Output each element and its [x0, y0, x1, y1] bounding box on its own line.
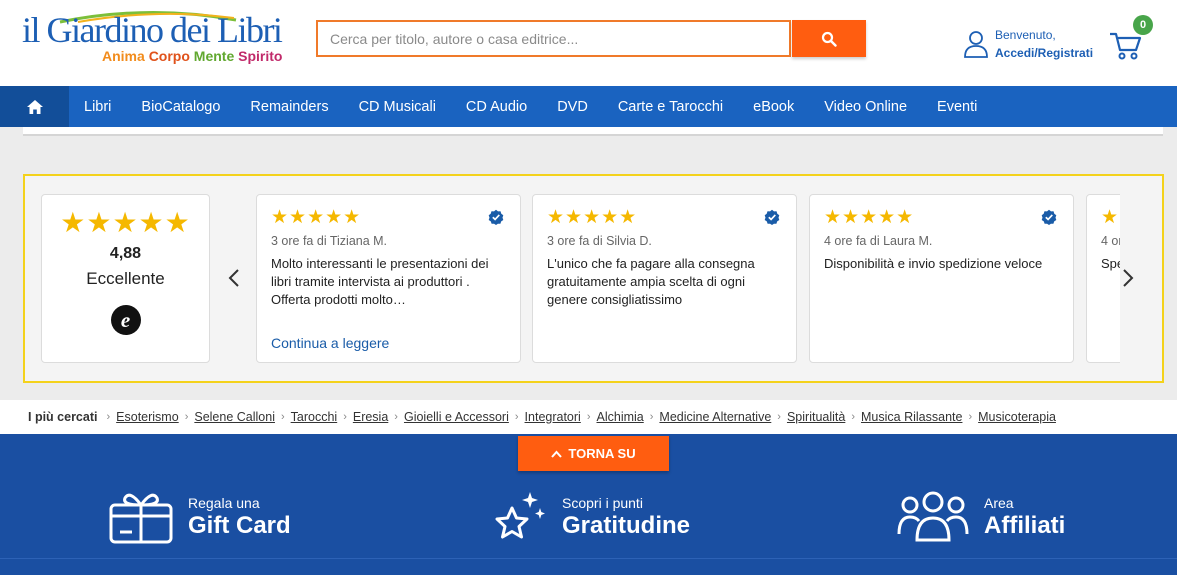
- review-text: L'unico che fa pagare alla consegna grat…: [547, 256, 755, 307]
- review-meta: 3 ore fa di Tiziana M.: [271, 234, 388, 248]
- nav-item-dvd[interactable]: DVD: [542, 99, 603, 115]
- reviews-widget: ★★★★★ 4,88 Eccellente e ★★★★★ 3 ore fa d…: [23, 174, 1164, 383]
- nav-item-remainders[interactable]: Remainders: [235, 99, 343, 115]
- nav-item-ebook[interactable]: eBook: [738, 99, 809, 115]
- promo-gratitudine-small: Scopri i punti: [562, 495, 643, 511]
- summary-stars: ★★★★★: [60, 207, 191, 238]
- footer-divider: [0, 558, 1177, 559]
- account-area: Benvenuto, Accedi/Registrati: [995, 26, 1093, 62]
- chevron-right-icon: ›: [586, 411, 591, 423]
- review-text: Molto interessanti le presentazioni dei …: [271, 256, 489, 307]
- rating-label: Eccellente: [86, 269, 165, 288]
- review-text: Disponibilità e invio spedizione veloce: [824, 256, 1043, 271]
- review-meta: 4 ore fa di: [1101, 234, 1120, 248]
- gift-card-icon: [109, 493, 173, 544]
- reviews-carousel: ★★★★★ 3 ore fa di Tiziana M. Molto inter…: [256, 194, 1120, 364]
- rating-summary: ★★★★★ 4,88 Eccellente e: [41, 194, 210, 363]
- search-link-gioielli[interactable]: Gioielli e Accessori: [404, 410, 509, 424]
- rating-score: 4,88: [109, 245, 142, 262]
- verified-icon: [764, 209, 780, 225]
- nav-item-cd-musicali[interactable]: CD Musicali: [344, 99, 451, 115]
- chevron-right-icon: ›: [514, 411, 519, 423]
- logo-title: il Giardino dei Libri: [22, 10, 283, 50]
- verified-icon: [1041, 209, 1057, 225]
- chevron-right-icon: ›: [851, 411, 856, 423]
- main-nav: Libri BioCatalogo Remainders CD Musicali…: [0, 86, 1177, 127]
- review-stars: ★★★★★: [1101, 207, 1120, 228]
- review-stars: ★★★★★: [271, 207, 362, 228]
- back-to-top-label: TORNA SU: [568, 446, 636, 461]
- most-searched-label: I più cercati: [28, 410, 98, 424]
- header: il Giardino dei Libri Anima Corpo Mente …: [0, 0, 1177, 86]
- review-meta: 4 ore fa di Laura M.: [824, 234, 933, 248]
- home-button[interactable]: [0, 86, 69, 127]
- review-stars: ★★★★★: [824, 207, 915, 228]
- search-link-alchimia[interactable]: Alchimia: [597, 410, 644, 424]
- home-icon: [26, 99, 43, 114]
- promo-gratitudine[interactable]: Scopri i punti Gratitudine: [488, 487, 690, 547]
- review-card: ★★★★★ 4 ore fa di Spedizione imballo: [1086, 194, 1120, 363]
- review-card: ★★★★★ 4 ore fa di Laura M. Disponibilità…: [809, 194, 1074, 363]
- promo-gift-card-title: Gift Card: [188, 512, 291, 539]
- search-link-spiritualita[interactable]: Spiritualità: [787, 410, 845, 424]
- promo-affiliati-title: Affiliati: [984, 512, 1066, 539]
- search-link-eresia[interactable]: Eresia: [353, 410, 388, 424]
- review-stars: ★★★★★: [547, 207, 638, 228]
- promo-affiliati-small: Area: [984, 495, 1014, 511]
- search-link-musicoterapia[interactable]: Musicoterapia: [978, 410, 1056, 424]
- verified-icon: [488, 209, 504, 225]
- chevron-right-icon: ›: [968, 411, 973, 423]
- chevron-right-icon: ›: [343, 411, 347, 423]
- chevron-right-icon: ›: [106, 411, 111, 423]
- promo-gift-card-small: Regala una: [188, 495, 260, 511]
- chevron-right-icon: ›: [184, 411, 189, 423]
- cart-count-badge: 0: [1133, 15, 1153, 35]
- group-icon: [897, 491, 969, 542]
- most-searched-bar: I più cercati › Esoterismo › Selene Call…: [0, 400, 1177, 434]
- chevron-right-icon: ›: [280, 411, 285, 423]
- carousel-next-button[interactable]: [1122, 268, 1134, 294]
- nav-item-video-online[interactable]: Video Online: [809, 99, 922, 115]
- user-icon[interactable]: [963, 30, 989, 58]
- nav-item-carte-tarocchi[interactable]: Carte e Tarocchi: [603, 99, 738, 115]
- search-input[interactable]: [316, 20, 791, 57]
- site-logo[interactable]: il Giardino dei Libri Anima Corpo Mente …: [22, 10, 292, 70]
- chevron-right-icon: [1123, 269, 1134, 287]
- review-text: Spedizione imballo: [1101, 256, 1120, 271]
- nav-submenu-strip: [23, 127, 1163, 136]
- search-icon: [821, 31, 837, 47]
- nav-item-biocatalogo[interactable]: BioCatalogo: [126, 99, 235, 115]
- chevron-up-icon: [551, 450, 563, 458]
- review-card: ★★★★★ 3 ore fa di Tiziana M. Molto inter…: [256, 194, 521, 363]
- chevron-right-icon: ›: [649, 411, 654, 423]
- search-link-medicine-alternative[interactable]: Medicine Alternative: [659, 410, 771, 424]
- review-card: ★★★★★ 3 ore fa di Silvia D. L'unico che …: [532, 194, 797, 363]
- carousel-prev-button[interactable]: [228, 268, 240, 294]
- promo-gratitudine-title: Gratitudine: [562, 512, 691, 539]
- search-link-esoterismo[interactable]: Esoterismo: [116, 410, 179, 424]
- trusted-shops-icon[interactable]: e: [110, 305, 141, 335]
- read-more-link[interactable]: Continua a leggere: [271, 335, 389, 351]
- search-link-selene-calloni[interactable]: Selene Calloni: [194, 410, 275, 424]
- promo-gift-card[interactable]: Regala una Gift Card: [108, 487, 291, 547]
- search-button[interactable]: [792, 20, 866, 57]
- promo-affiliati[interactable]: Area Affiliati: [896, 487, 1065, 547]
- chevron-left-icon: [228, 269, 239, 287]
- logo-tagline: Anima Corpo Mente Spirito: [102, 48, 283, 64]
- nav-item-libri[interactable]: Libri: [69, 99, 126, 115]
- search-link-tarocchi[interactable]: Tarocchi: [291, 410, 338, 424]
- search-link-musica-rilassante[interactable]: Musica Rilassante: [861, 410, 962, 424]
- welcome-text: Benvenuto,: [995, 28, 1056, 42]
- review-meta: 3 ore fa di Silvia D.: [547, 234, 652, 248]
- nav-item-cd-audio[interactable]: CD Audio: [451, 99, 542, 115]
- nav-item-eventi[interactable]: Eventi: [922, 99, 992, 115]
- chevron-right-icon: ›: [394, 411, 398, 423]
- star-sparkle-icon: [495, 492, 545, 539]
- back-to-top-button[interactable]: TORNA SU: [518, 436, 669, 471]
- login-link[interactable]: Accedi/Registrati: [995, 44, 1093, 62]
- chevron-right-icon: ›: [777, 411, 781, 423]
- search-link-integratori[interactable]: Integratori: [525, 410, 581, 424]
